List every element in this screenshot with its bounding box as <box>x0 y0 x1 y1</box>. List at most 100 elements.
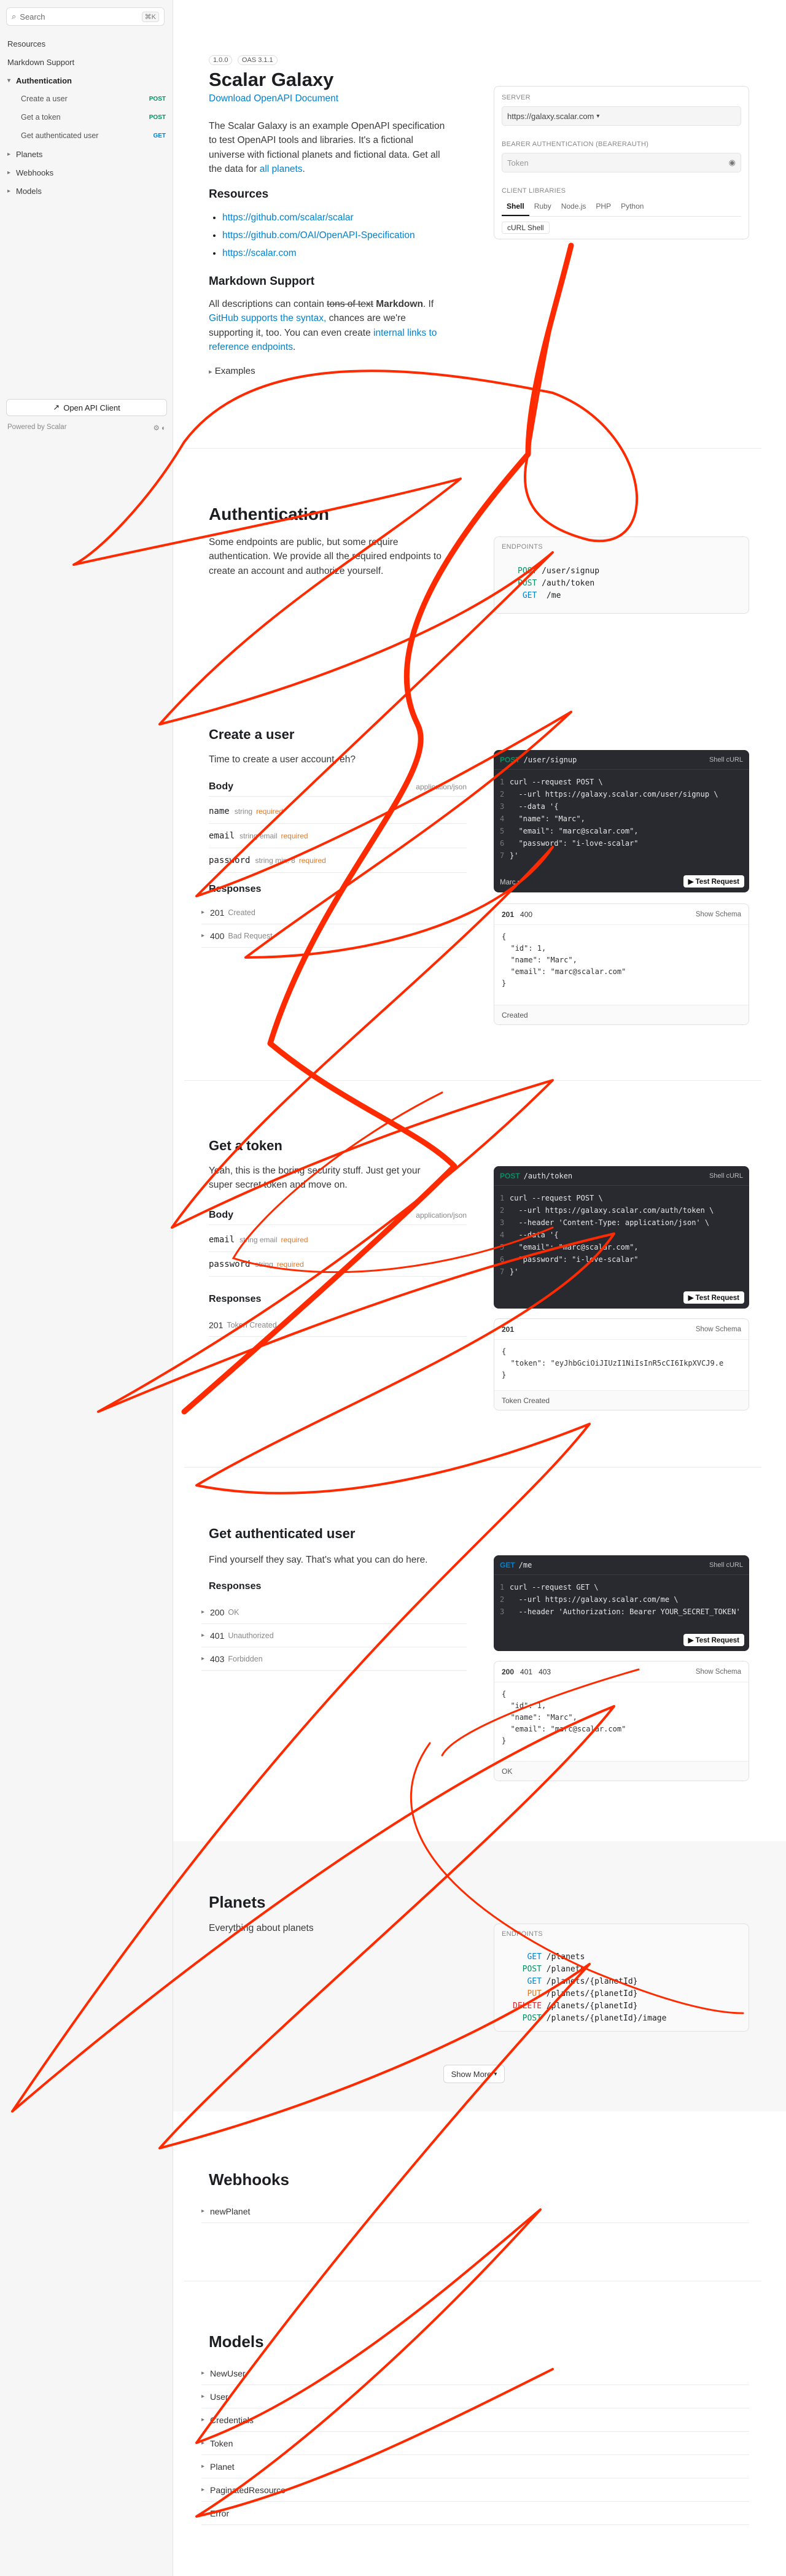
internal-link[interactable]: internal links to <box>373 328 437 338</box>
model-row[interactable]: ▸ Error <box>201 2502 749 2525</box>
sidebar-item-label: Markdown Support <box>7 57 75 67</box>
response-row[interactable]: ▸ 403 Forbidden <box>201 1647 467 1671</box>
all-planets-link[interactable]: all planets <box>260 164 303 174</box>
content-type-select[interactable]: application/json <box>416 783 467 791</box>
token-input[interactable]: Token ◉ <box>502 153 741 172</box>
response-row[interactable]: 201 Token Created <box>209 1313 467 1337</box>
chevron-right-icon: ▸ <box>7 187 11 195</box>
response-tab[interactable]: 201 <box>502 1325 514 1334</box>
endpoint-link[interactable]: GET /planets/{planetId} <box>513 1976 666 1988</box>
endpoint-link[interactable]: PUT /planets/{planetId} <box>513 1988 666 2000</box>
code-line: 2 --url https://galaxy.scalar.com/me \ <box>500 1595 679 1604</box>
code-line: 1 curl --request POST \ <box>500 1194 603 1202</box>
lib-tab[interactable]: Shell <box>502 199 529 216</box>
sidebar-item-resources[interactable]: Resources <box>7 37 166 50</box>
param-row: email string email required <box>209 824 467 848</box>
webhook-row[interactable]: ▸ newPlanet <box>201 2200 749 2223</box>
chevron-down-icon: ▾ <box>494 2070 497 2078</box>
show-more-button[interactable]: Show More ▾ <box>443 2065 505 2083</box>
sidebar-item-label: Models <box>16 186 42 196</box>
show-schema-toggle[interactable]: Show Schema <box>696 1668 741 1676</box>
response-footer: OK <box>494 1761 749 1781</box>
github-syntax-link[interactable]: GitHub supports the syntax, <box>209 313 326 323</box>
endpoint-link[interactable]: POST /auth/token <box>518 578 599 590</box>
sidebar-item-planets[interactable]: ▸ Planets <box>7 147 166 161</box>
lib-tab[interactable]: Node.js <box>556 199 591 216</box>
sidebar-item-authentication[interactable]: ▾ Authentication <box>7 74 166 87</box>
theme-toggle-icon[interactable]: ◐ <box>161 425 166 432</box>
lib-variant[interactable]: cURL Shell <box>502 222 550 234</box>
code-line: 3 --header 'Content-Type: application/js… <box>500 1218 710 1227</box>
content-type-select[interactable]: application/json <box>416 1211 467 1220</box>
sidebar-item-label: Resources <box>7 39 46 48</box>
response-row[interactable]: ▸ 401 Unauthorized <box>201 1624 467 1647</box>
lang-select[interactable]: Shell cURL <box>709 1561 743 1569</box>
sidebar-item-create-user[interactable]: Create a user POST <box>21 92 166 106</box>
model-row[interactable]: ▸ Planet <box>201 2455 749 2478</box>
server-label: SERVER <box>502 94 531 101</box>
examples-toggle[interactable]: ▸ Examples <box>209 366 255 376</box>
model-row[interactable]: ▸ Credentials <box>201 2408 749 2432</box>
response-row[interactable]: ▸ 201 Created <box>201 901 467 924</box>
lang-select[interactable]: Shell cURL <box>709 756 743 764</box>
endpoint-link[interactable]: GET /planets <box>513 1951 666 1963</box>
response-footer: Token Created <box>494 1390 749 1410</box>
sidebar-item-get-authenticated-user[interactable]: Get authenticated user GET <box>21 129 166 142</box>
endpoint-link[interactable]: GET /me <box>518 590 599 602</box>
model-row[interactable]: ▸ PaginatedResource <box>201 2478 749 2502</box>
lib-tab[interactable]: Ruby <box>529 199 556 216</box>
endpoint-link[interactable]: DELETE /planets/{planetId} <box>513 2000 666 2013</box>
sidebar-item-models[interactable]: ▸ Models <box>7 184 166 198</box>
request-header: POST /user/signup Shell cURL <box>494 750 749 770</box>
show-schema-toggle[interactable]: Show Schema <box>696 1326 741 1333</box>
endpoint-link[interactable]: POST /user/signup <box>518 565 599 578</box>
endpoint-title-get-authenticated-user: Get authenticated user <box>209 1526 356 1541</box>
open-api-client-button[interactable]: ↗ Open API Client <box>6 399 167 416</box>
test-request-button[interactable]: ▶ Test Request <box>683 1291 744 1304</box>
chevron-right-icon: ▸ <box>201 2393 205 2400</box>
response-tab[interactable]: 403 <box>539 1668 551 1676</box>
divider <box>184 1467 761 1468</box>
endpoint-title-create-user: Create a user <box>209 727 295 742</box>
lang-select[interactable]: Shell cURL <box>709 1172 743 1180</box>
response-tab[interactable]: 400 <box>520 910 532 919</box>
resource-link[interactable]: https://scalar.com <box>222 248 297 258</box>
endpoint-link[interactable]: POST /planets <box>513 1963 666 1976</box>
model-row[interactable]: ▸ NewUser <box>201 2362 749 2385</box>
auth-label: BEARER AUTHENTICATION (BEARERAUTH) <box>502 141 649 148</box>
code-line: 6 "password": "i-love-scalar" <box>500 1255 639 1264</box>
code-line: 1 curl --request POST \ <box>500 778 603 786</box>
test-request-button[interactable]: ▶ Test Request <box>683 1634 744 1646</box>
response-tab[interactable]: 200 <box>502 1668 514 1676</box>
example-select[interactable]: Marc ▾ <box>500 878 521 886</box>
endpoint-link[interactable]: POST /planets/{planetId}/image <box>513 2013 667 2025</box>
model-row[interactable]: ▸ Token <box>201 2432 749 2455</box>
server-select[interactable]: https://galaxy.scalar.com ▾ <box>502 106 741 126</box>
lib-tab[interactable]: PHP <box>591 199 616 216</box>
sidebar-item-label: Get a token <box>21 113 61 122</box>
gear-icon[interactable]: ⚙ <box>154 425 160 432</box>
response-row[interactable]: ▸ 200 OK <box>201 1601 467 1624</box>
powered-by-link[interactable]: Powered by Scalar <box>7 424 67 432</box>
model-row[interactable]: ▸ User <box>201 2385 749 2408</box>
show-schema-toggle[interactable]: Show Schema <box>696 911 741 918</box>
test-request-button[interactable]: ▶ Test Request <box>683 875 744 888</box>
response-json: { "id": 1, "name": "Marc", "email": "mar… <box>502 932 626 988</box>
lib-tab[interactable]: Python <box>616 199 648 216</box>
param-row: password string required <box>209 1252 467 1277</box>
search-input[interactable]: ⌕ Search ⌘K <box>6 7 165 26</box>
sidebar-item-markdown-support[interactable]: Markdown Support <box>7 55 166 69</box>
response-tab[interactable]: 401 <box>520 1668 532 1676</box>
download-openapi-link[interactable]: Download OpenAPI Document <box>209 93 338 104</box>
resource-link[interactable]: https://github.com/scalar/scalar <box>222 212 354 223</box>
sidebar-item-get-token[interactable]: Get a token POST <box>21 110 166 124</box>
markdown-heading: Markdown Support <box>209 275 315 288</box>
sidebar-item-webhooks[interactable]: ▸ Webhooks <box>7 166 166 179</box>
response-row[interactable]: ▸ 400 Bad Request <box>201 924 467 948</box>
resource-link[interactable]: https://github.com/OAI/OpenAPI-Specifica… <box>222 230 415 241</box>
eye-icon[interactable]: ◉ <box>729 158 736 168</box>
internal-link[interactable]: reference endpoints <box>209 342 293 352</box>
response-json: { "id": 1, "name": "Marc", "email": "mar… <box>502 1690 626 1745</box>
search-placeholder: Search <box>20 12 45 21</box>
response-tab[interactable]: 201 <box>502 910 514 919</box>
